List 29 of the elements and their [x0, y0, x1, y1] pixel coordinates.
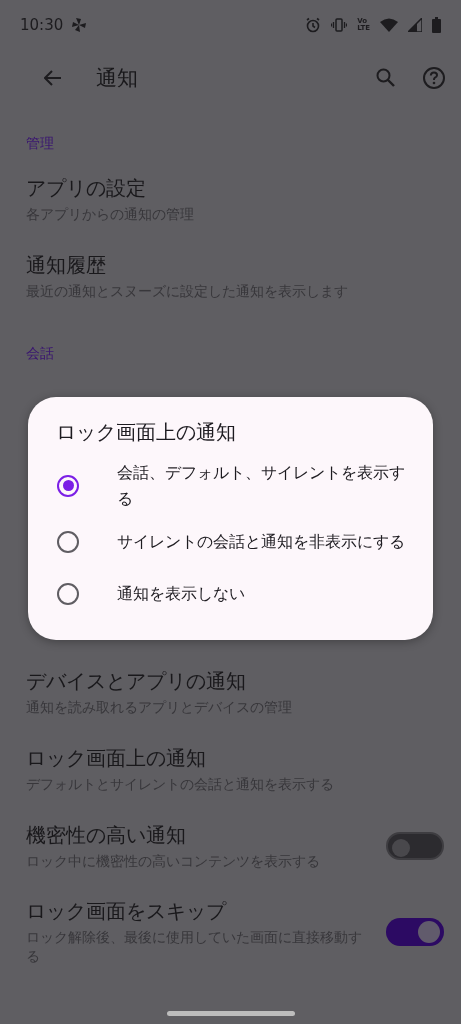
search-icon[interactable] — [376, 68, 395, 87]
signal-icon — [408, 18, 422, 32]
dialog-title: ロック画面上の通知 — [55, 418, 237, 446]
section-header: 管理 — [25, 134, 55, 153]
option-label[interactable]: 通知を表示しない — [117, 580, 405, 607]
help-icon[interactable] — [423, 66, 445, 89]
section-header: 会話 — [25, 343, 55, 363]
setting-title[interactable]: アプリの設定 — [26, 175, 435, 202]
radio-button[interactable] — [57, 474, 79, 497]
setting-title[interactable]: ロック画面上の通知 — [26, 744, 435, 772]
setting-title[interactable]: デバイスとアプリの通知 — [26, 667, 435, 695]
alarm-icon — [305, 17, 322, 33]
vibrate-icon — [331, 18, 348, 32]
clock-time: 10:30 — [20, 16, 64, 34]
toggle-switch[interactable] — [386, 918, 444, 947]
page-title: 通知 — [96, 64, 139, 92]
toggle-switch[interactable] — [386, 832, 444, 860]
wifi-icon — [380, 18, 398, 32]
back-arrow-icon[interactable] — [44, 69, 62, 86]
setting-title[interactable]: 通知履歴 — [26, 251, 435, 279]
setting-title[interactable]: ロック画面をスキップ — [26, 898, 370, 926]
battery-icon — [432, 17, 441, 33]
setting-title[interactable]: 機密性の高い通知 — [26, 821, 370, 849]
fan-icon — [71, 17, 88, 33]
option-label[interactable]: サイレントの会話と通知を非表示にする — [117, 528, 405, 555]
option-label[interactable]: 会話、デフォルト、サイレントを表示する — [117, 459, 405, 512]
radio-button[interactable] — [57, 582, 79, 605]
radio-button[interactable] — [57, 530, 79, 553]
navigation-handle[interactable] — [167, 1011, 295, 1016]
